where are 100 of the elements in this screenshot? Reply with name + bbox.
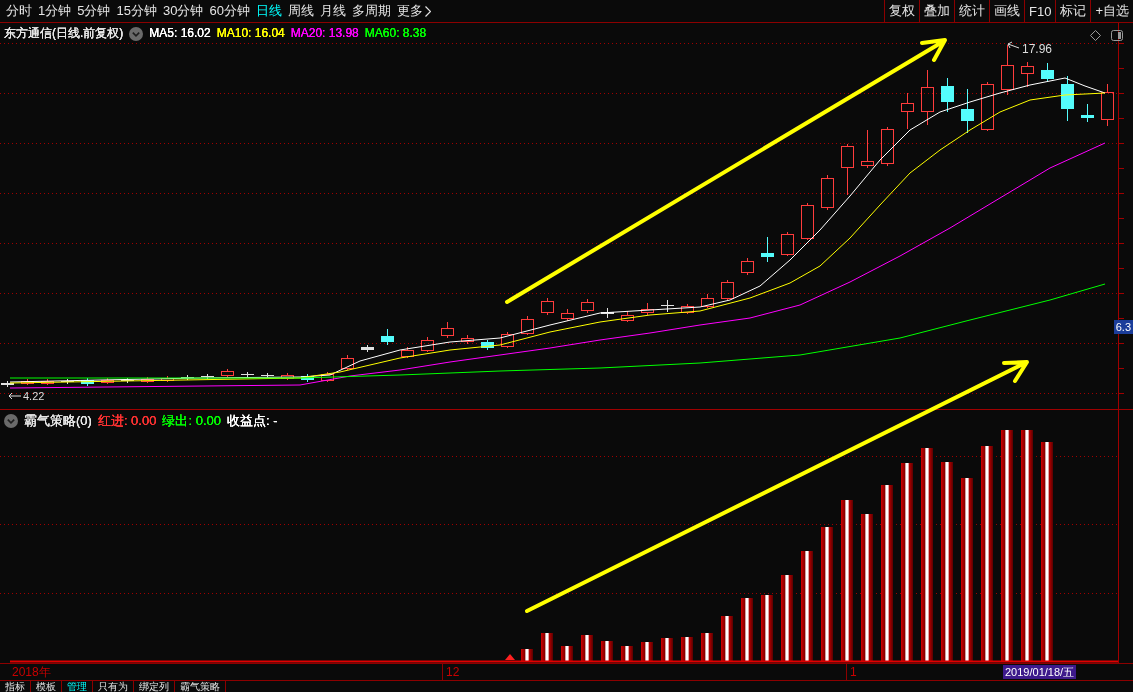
indicator-bar: [761, 595, 773, 661]
candlestick: [941, 77, 954, 113]
period-tab[interactable]: 30分钟: [159, 2, 207, 20]
candlestick: [81, 377, 94, 387]
candlestick: [421, 336, 434, 353]
moving-average-value: MA60: 8.38: [364, 26, 427, 41]
candlestick: [201, 373, 214, 380]
bottom-tab[interactable]: 绑定列: [134, 681, 175, 692]
candlestick: [101, 377, 114, 385]
bottom-tab[interactable]: 模板: [31, 681, 62, 692]
candlestick: [361, 344, 374, 353]
toolbar-button[interactable]: 复权: [884, 0, 919, 22]
moving-average-value: MA5: 16.02: [149, 26, 211, 41]
indicator-bar: [741, 598, 753, 661]
indicator-bar: [581, 635, 593, 661]
candlestick: [1061, 75, 1074, 122]
candlestick: [1081, 103, 1094, 123]
candlestick: [901, 92, 914, 130]
moving-average-value: MA20: 13.98: [290, 26, 359, 41]
candlestick: [961, 88, 974, 134]
indicator-bar: [641, 642, 653, 661]
chevron-right-icon: [424, 5, 431, 17]
indicator-readout: 红进: 0.00: [97, 413, 157, 428]
cursor-date-tag: 2019/01/18/五: [1003, 665, 1077, 679]
toolbar-button[interactable]: 画线: [989, 0, 1024, 22]
bottom-tab[interactable]: 霸气策略: [175, 681, 226, 692]
candlestick: [541, 297, 554, 316]
candlestick: [321, 371, 334, 383]
candlestick: [481, 339, 494, 351]
period-tab[interactable]: 1分钟: [35, 2, 75, 20]
time-axis-label: 2018年: [12, 665, 51, 679]
period-tab[interactable]: 周线: [284, 2, 317, 20]
candlestick: [581, 298, 594, 314]
candlestick: [621, 310, 634, 323]
period-tab[interactable]: 月线: [316, 2, 349, 20]
candlestick: [401, 346, 414, 359]
indicator-title: 霸气策略(0): [24, 413, 92, 428]
candlestick: [221, 368, 234, 378]
candlestick: [781, 231, 794, 257]
candlestick: [501, 331, 514, 349]
period-tab[interactable]: 15分钟: [113, 2, 160, 20]
period-tab[interactable]: 5分钟: [74, 2, 114, 20]
candlestick: [161, 375, 174, 383]
triangle-marker-icon: [505, 654, 515, 660]
candlestick: [521, 315, 534, 336]
more-tab[interactable]: 更多: [393, 2, 434, 20]
bottom-tab[interactable]: 只有为: [93, 681, 134, 692]
candlestick: [341, 354, 354, 371]
candlestick: [461, 334, 474, 345]
candlestick: [261, 372, 274, 379]
indicator-bar: [541, 633, 553, 661]
candlestick: [441, 321, 454, 339]
moving-average-value: MA10: 16.04: [216, 26, 285, 41]
pointer-arrow-icon: [8, 392, 22, 400]
period-tab[interactable]: 日线: [252, 2, 285, 20]
candlestick: [301, 373, 314, 383]
candlestick: [1021, 61, 1034, 88]
indicator-bar: [521, 649, 533, 661]
period-tab[interactable]: 分时: [3, 2, 35, 20]
price-tag: 6.3: [1113, 320, 1133, 334]
period-tab[interactable]: 60分钟: [206, 2, 253, 20]
candlestick: [881, 126, 894, 167]
indicator-bar: [601, 641, 613, 661]
time-axis-label: 12: [446, 665, 460, 679]
indicator-bar: [681, 637, 693, 661]
indicator-bar: [621, 646, 633, 661]
time-axis-label: 1: [850, 665, 857, 679]
chevron-down-icon[interactable]: [4, 413, 18, 428]
bottom-tab[interactable]: 管理: [62, 681, 93, 692]
toolbar-button[interactable]: 叠加: [919, 0, 954, 22]
diamond-icon[interactable]: [1090, 30, 1101, 41]
period-tab[interactable]: 多周期: [348, 2, 394, 20]
bottom-tab[interactable]: 指标: [0, 681, 31, 692]
candlestick: [841, 143, 854, 196]
indicator-bar: [721, 616, 733, 661]
candlestick: [1, 380, 14, 388]
candlestick: [661, 299, 674, 313]
candlestick: [681, 303, 694, 315]
indicator-bar: [561, 646, 573, 661]
toolbar-button[interactable]: 标记: [1055, 0, 1091, 22]
candlestick: [1041, 62, 1054, 82]
candlestick: [761, 236, 774, 263]
candlestick: [741, 257, 754, 276]
candlestick: [801, 202, 814, 241]
toolbar-button[interactable]: 统计: [954, 0, 989, 22]
chevron-down-icon[interactable]: [129, 26, 144, 41]
indicator-bar: [661, 638, 673, 661]
candlestick: [381, 328, 394, 346]
stock-title: 东方通信(日线.前复权): [4, 26, 124, 41]
indicator-readout: 绿出: 0.00: [162, 413, 221, 428]
candlestick: [861, 129, 874, 169]
candlestick: [1001, 44, 1014, 96]
candlestick: [21, 378, 34, 386]
pointer-arrow-icon: [1007, 41, 1020, 49]
candlestick: [41, 378, 54, 386]
toolbar-button[interactable]: F10: [1024, 0, 1056, 22]
high-price-label: 17.96: [1022, 42, 1053, 56]
candlestick: [601, 307, 614, 319]
toolbar-button[interactable]: +自选: [1090, 0, 1133, 22]
sidebar-panel-icon[interactable]: [1111, 30, 1123, 41]
